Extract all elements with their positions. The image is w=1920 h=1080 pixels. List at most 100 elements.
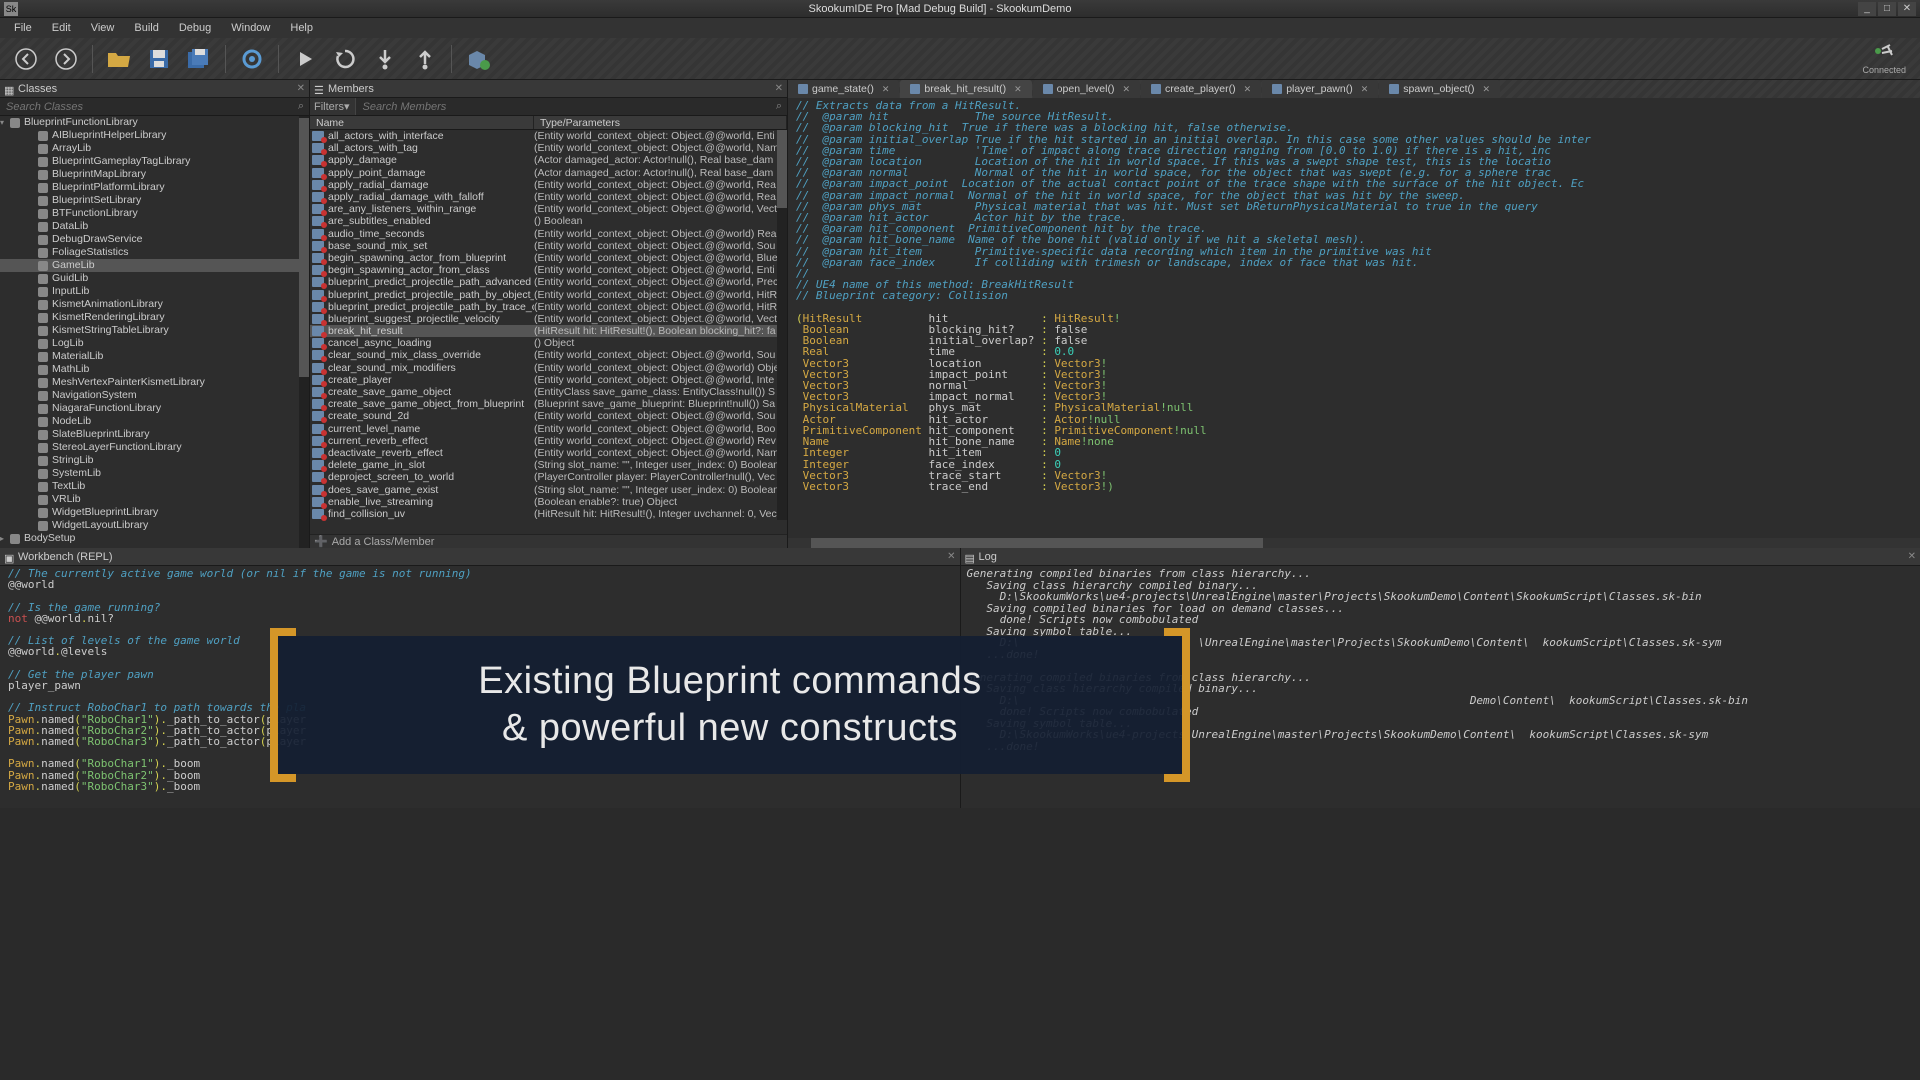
tree-item[interactable]: NiagaraFunctionLibrary [0, 402, 309, 415]
tree-item[interactable]: ▸BodySetup [0, 532, 309, 545]
tree-item[interactable]: SystemLib [0, 467, 309, 480]
back-button[interactable] [9, 42, 43, 76]
member-row[interactable]: current_reverb_effect(Entity world_conte… [310, 435, 787, 447]
close-icon[interactable]: ✕ [1244, 84, 1252, 95]
close-icon[interactable]: ✕ [297, 83, 305, 94]
tree-item[interactable]: BlueprintPlatformLibrary [0, 181, 309, 194]
member-row[interactable]: all_actors_with_interface(Entity world_c… [310, 130, 787, 142]
member-row[interactable]: begin_spawning_actor_from_blueprint(Enti… [310, 252, 787, 264]
save-button[interactable] [142, 42, 176, 76]
editor-tab[interactable]: spawn_object()✕ [1379, 80, 1500, 98]
close-icon[interactable]: ✕ [1908, 551, 1916, 562]
member-row[interactable]: deactivate_reverb_effect(Entity world_co… [310, 447, 787, 459]
forward-button[interactable] [49, 42, 83, 76]
close-icon[interactable]: ✕ [1482, 84, 1490, 95]
tree-item[interactable]: AIBlueprintHelperLibrary [0, 129, 309, 142]
member-row[interactable]: blueprint_predict_projectile_path_by_obj… [310, 288, 787, 300]
member-row[interactable]: does_save_game_exist(String slot_name: "… [310, 483, 787, 495]
editor-tab[interactable]: create_player()✕ [1141, 80, 1261, 98]
menu-window[interactable]: Window [221, 20, 280, 36]
minimize-icon[interactable]: _ [1858, 2, 1876, 16]
member-row[interactable]: blueprint_suggest_projectile_velocity(En… [310, 313, 787, 325]
col-type[interactable]: Type/Parameters [534, 116, 787, 129]
close-icon[interactable]: ✕ [947, 551, 955, 562]
menu-debug[interactable]: Debug [169, 20, 221, 36]
close-icon[interactable]: ✕ [882, 84, 890, 95]
tree-item[interactable]: BlueprintMapLibrary [0, 168, 309, 181]
member-row[interactable]: blueprint_predict_projectile_path_advanc… [310, 276, 787, 288]
member-row[interactable]: blueprint_predict_projectile_path_by_tra… [310, 301, 787, 313]
tree-item[interactable]: BTFunctionLibrary [0, 207, 309, 220]
member-row[interactable]: clear_sound_mix_modifiers(Entity world_c… [310, 362, 787, 374]
tree-item[interactable]: LogLib [0, 337, 309, 350]
tree-item[interactable]: WidgetBlueprintLibrary [0, 506, 309, 519]
tree-item[interactable]: StereoLayerFunctionLibrary [0, 441, 309, 454]
tree-item[interactable]: MathLib [0, 363, 309, 376]
step-out-button[interactable] [408, 42, 442, 76]
menu-edit[interactable]: Edit [42, 20, 81, 36]
member-row[interactable]: create_player(Entity world_context_objec… [310, 374, 787, 386]
member-row[interactable]: break_hit_result(HitResult hit: HitResul… [310, 325, 787, 337]
member-row[interactable]: enable_live_streaming(Boolean enable?: t… [310, 496, 787, 508]
search-classes-input[interactable] [0, 101, 293, 113]
tree-item[interactable]: KismetRenderingLibrary [0, 311, 309, 324]
play-button[interactable] [288, 42, 322, 76]
tree-item[interactable]: TextLib [0, 480, 309, 493]
tree-item[interactable]: DataLib [0, 220, 309, 233]
member-row[interactable]: find_collision_uv(HitResult hit: HitResu… [310, 508, 787, 520]
restart-button[interactable] [328, 42, 362, 76]
member-row[interactable]: deproject_screen_to_world(PlayerControll… [310, 471, 787, 483]
member-row[interactable]: delete_game_in_slot(String slot_name: ""… [310, 459, 787, 471]
close-icon[interactable]: ✕ [775, 83, 783, 94]
close-icon[interactable]: ✕ [1361, 84, 1369, 95]
tree-item[interactable]: BlueprintSetLibrary [0, 194, 309, 207]
tree-item[interactable]: InputLib [0, 285, 309, 298]
member-row[interactable]: cancel_async_loading() Object [310, 337, 787, 349]
step-into-button[interactable] [368, 42, 402, 76]
compile-button[interactable] [461, 42, 495, 76]
tree-item[interactable]: MeshVertexPainterKismetLibrary [0, 376, 309, 389]
tree-item[interactable]: ArrayLib [0, 142, 309, 155]
scrollbar[interactable] [777, 130, 787, 520]
tree-item[interactable]: BlueprintGameplayTagLibrary [0, 155, 309, 168]
editor-tab[interactable]: game_state()✕ [788, 80, 899, 98]
member-row[interactable]: create_save_game_object(EntityClass save… [310, 386, 787, 398]
tree-item[interactable]: DebugDrawService [0, 233, 309, 246]
class-tree[interactable]: ▾BlueprintFunctionLibrary AIBlueprintHel… [0, 116, 309, 548]
tree-item[interactable]: KismetAnimationLibrary [0, 298, 309, 311]
member-row[interactable]: create_save_game_object_from_blueprint(B… [310, 398, 787, 410]
member-row[interactable]: begin_spawning_actor_from_class(Entity w… [310, 264, 787, 276]
tree-item[interactable]: MaterialLib [0, 350, 309, 363]
search-icon[interactable]: ⌕ [771, 100, 787, 113]
editor-tab[interactable]: player_pawn()✕ [1262, 80, 1378, 98]
add-member-button[interactable]: ➕ Add a Class/Member [310, 534, 787, 548]
member-row[interactable]: clear_sound_mix_class_override(Entity wo… [310, 349, 787, 361]
member-row[interactable]: apply_radial_damage(Entity world_context… [310, 179, 787, 191]
col-name[interactable]: Name [310, 116, 534, 129]
member-row[interactable]: current_level_name(Entity world_context_… [310, 423, 787, 435]
open-folder-button[interactable] [102, 42, 136, 76]
editor-tab[interactable]: open_level()✕ [1033, 80, 1140, 98]
tree-item[interactable]: GuidLib [0, 272, 309, 285]
code-editor[interactable]: // Extracts data from a HitResult. // @p… [788, 98, 1920, 538]
tree-item[interactable]: SlateBlueprintLibrary [0, 428, 309, 441]
scrollbar[interactable] [299, 116, 309, 548]
menu-help[interactable]: Help [280, 20, 323, 36]
search-members-input[interactable] [356, 101, 771, 113]
close-icon[interactable]: ✕ [1122, 84, 1130, 95]
scrollbar-h[interactable] [788, 538, 1920, 548]
member-row[interactable]: apply_radial_damage_with_falloff(Entity … [310, 191, 787, 203]
filters-dropdown[interactable]: Filters ▾ [310, 98, 356, 115]
settings-button[interactable] [235, 42, 269, 76]
member-row[interactable]: all_actors_with_tag(Entity world_context… [310, 142, 787, 154]
save-all-button[interactable] [182, 42, 216, 76]
tree-item[interactable]: ▾BlueprintFunctionLibrary [0, 116, 309, 129]
maximize-icon[interactable]: □ [1878, 2, 1896, 16]
member-row[interactable]: are_any_listeners_within_range(Entity wo… [310, 203, 787, 215]
close-icon[interactable]: ✕ [1898, 2, 1916, 16]
close-icon[interactable]: ✕ [1014, 84, 1022, 95]
tree-item[interactable]: GameLib [0, 259, 309, 272]
tree-item[interactable]: NodeLib [0, 415, 309, 428]
member-row[interactable]: audio_time_seconds(Entity world_context_… [310, 228, 787, 240]
member-row[interactable]: apply_point_damage(Actor damaged_actor: … [310, 167, 787, 179]
